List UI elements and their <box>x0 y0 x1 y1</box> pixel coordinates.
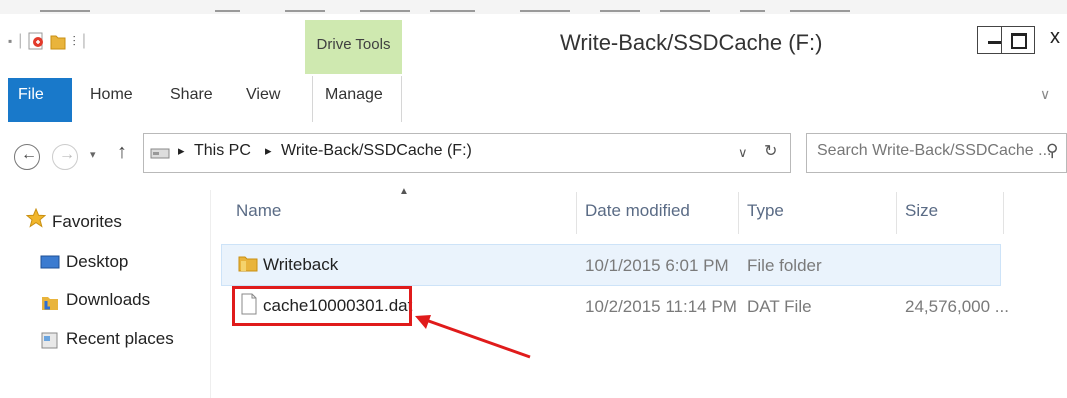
close-button[interactable]: x <box>1050 26 1060 49</box>
search-icon[interactable]: ⚲ <box>1046 141 1058 161</box>
tab-home[interactable]: Home <box>90 86 133 104</box>
column-header-size[interactable]: Size <box>905 201 938 221</box>
column-header-date-modified[interactable]: Date modified <box>585 201 690 221</box>
drive-tools-label: Drive Tools <box>316 36 391 53</box>
maximize-button[interactable] <box>1001 26 1035 54</box>
forward-button[interactable]: → <box>52 144 78 170</box>
recent-places-icon <box>41 332 58 349</box>
column-separator <box>576 192 577 234</box>
minimize-icon <box>988 41 1002 44</box>
back-arrow-icon: ← <box>21 146 37 163</box>
window-icon: ▪ <box>8 34 13 48</box>
new-folder-icon[interactable] <box>50 32 66 50</box>
pane-divider <box>210 190 211 398</box>
folder-icon <box>238 256 258 272</box>
tab-view[interactable]: View <box>246 86 280 104</box>
breadcrumb-this-pc[interactable]: This PC <box>194 142 251 160</box>
refresh-icon[interactable]: ↻ <box>764 141 777 161</box>
file-type: File folder <box>747 256 822 275</box>
nav-downloads[interactable]: Downloads <box>66 290 150 310</box>
title-bar <box>0 14 1067 76</box>
tab-share[interactable]: Share <box>170 86 213 104</box>
search-input[interactable]: Search Write-Back/SSDCache ... <box>817 142 1051 160</box>
column-header-type[interactable]: Type <box>747 201 784 221</box>
customize-qat-icon[interactable]: ⫶ <box>72 33 76 50</box>
address-dropdown-icon[interactable]: ∨ <box>738 145 748 161</box>
column-separator <box>896 192 897 234</box>
favorites-star-icon <box>26 208 46 228</box>
properties-icon[interactable] <box>28 32 44 50</box>
nav-favorites[interactable]: Favorites <box>52 212 122 232</box>
column-separator <box>1003 192 1004 234</box>
annotation-highlight-box <box>232 286 412 326</box>
ribbon-tabs <box>0 76 1067 123</box>
recent-locations-icon[interactable]: ▾ <box>90 148 96 161</box>
breadcrumb-drive[interactable]: Write-Back/SSDCache (F:) <box>281 142 472 160</box>
column-header-name[interactable]: Name <box>236 201 281 221</box>
file-name[interactable]: Writeback <box>263 255 338 275</box>
tab-file[interactable]: File <box>8 78 72 122</box>
chevron-down-icon[interactable]: ∨ <box>1040 86 1050 103</box>
nav-desktop[interactable]: Desktop <box>66 252 128 272</box>
separator: | <box>81 32 87 49</box>
back-button[interactable]: ← <box>14 144 40 170</box>
maximize-icon <box>1011 33 1027 49</box>
tab-manage[interactable]: Manage <box>325 86 383 104</box>
breadcrumb-separator-icon: ▸ <box>178 143 185 158</box>
desktop-icon <box>40 255 60 269</box>
downloads-icon <box>42 297 58 310</box>
up-arrow-icon[interactable]: ↑ <box>117 141 127 164</box>
forward-arrow-icon: → <box>59 146 75 163</box>
cropped-toolbar-strip <box>0 0 1067 15</box>
annotation-arrow <box>415 315 531 359</box>
file-date: 10/1/2015 6:01 PM <box>585 256 729 275</box>
breadcrumb-separator-icon: ▸ <box>265 143 272 158</box>
file-size: 24,576,000 ... <box>905 297 1009 316</box>
separator: | <box>18 32 23 49</box>
window-title: Write-Back/SSDCache (F:) <box>560 30 823 55</box>
quick-access-toolbar: ▪ | ⫶ | <box>8 28 86 54</box>
sort-ascending-icon: ▲ <box>399 186 409 197</box>
nav-recent-places[interactable]: Recent places <box>66 329 174 349</box>
file-type: DAT File <box>747 297 812 316</box>
drive-tools-contextual-tab: Drive Tools <box>305 20 402 74</box>
column-separator <box>738 192 739 234</box>
drive-icon <box>150 148 170 159</box>
file-date: 10/2/2015 11:14 PM <box>585 297 737 316</box>
